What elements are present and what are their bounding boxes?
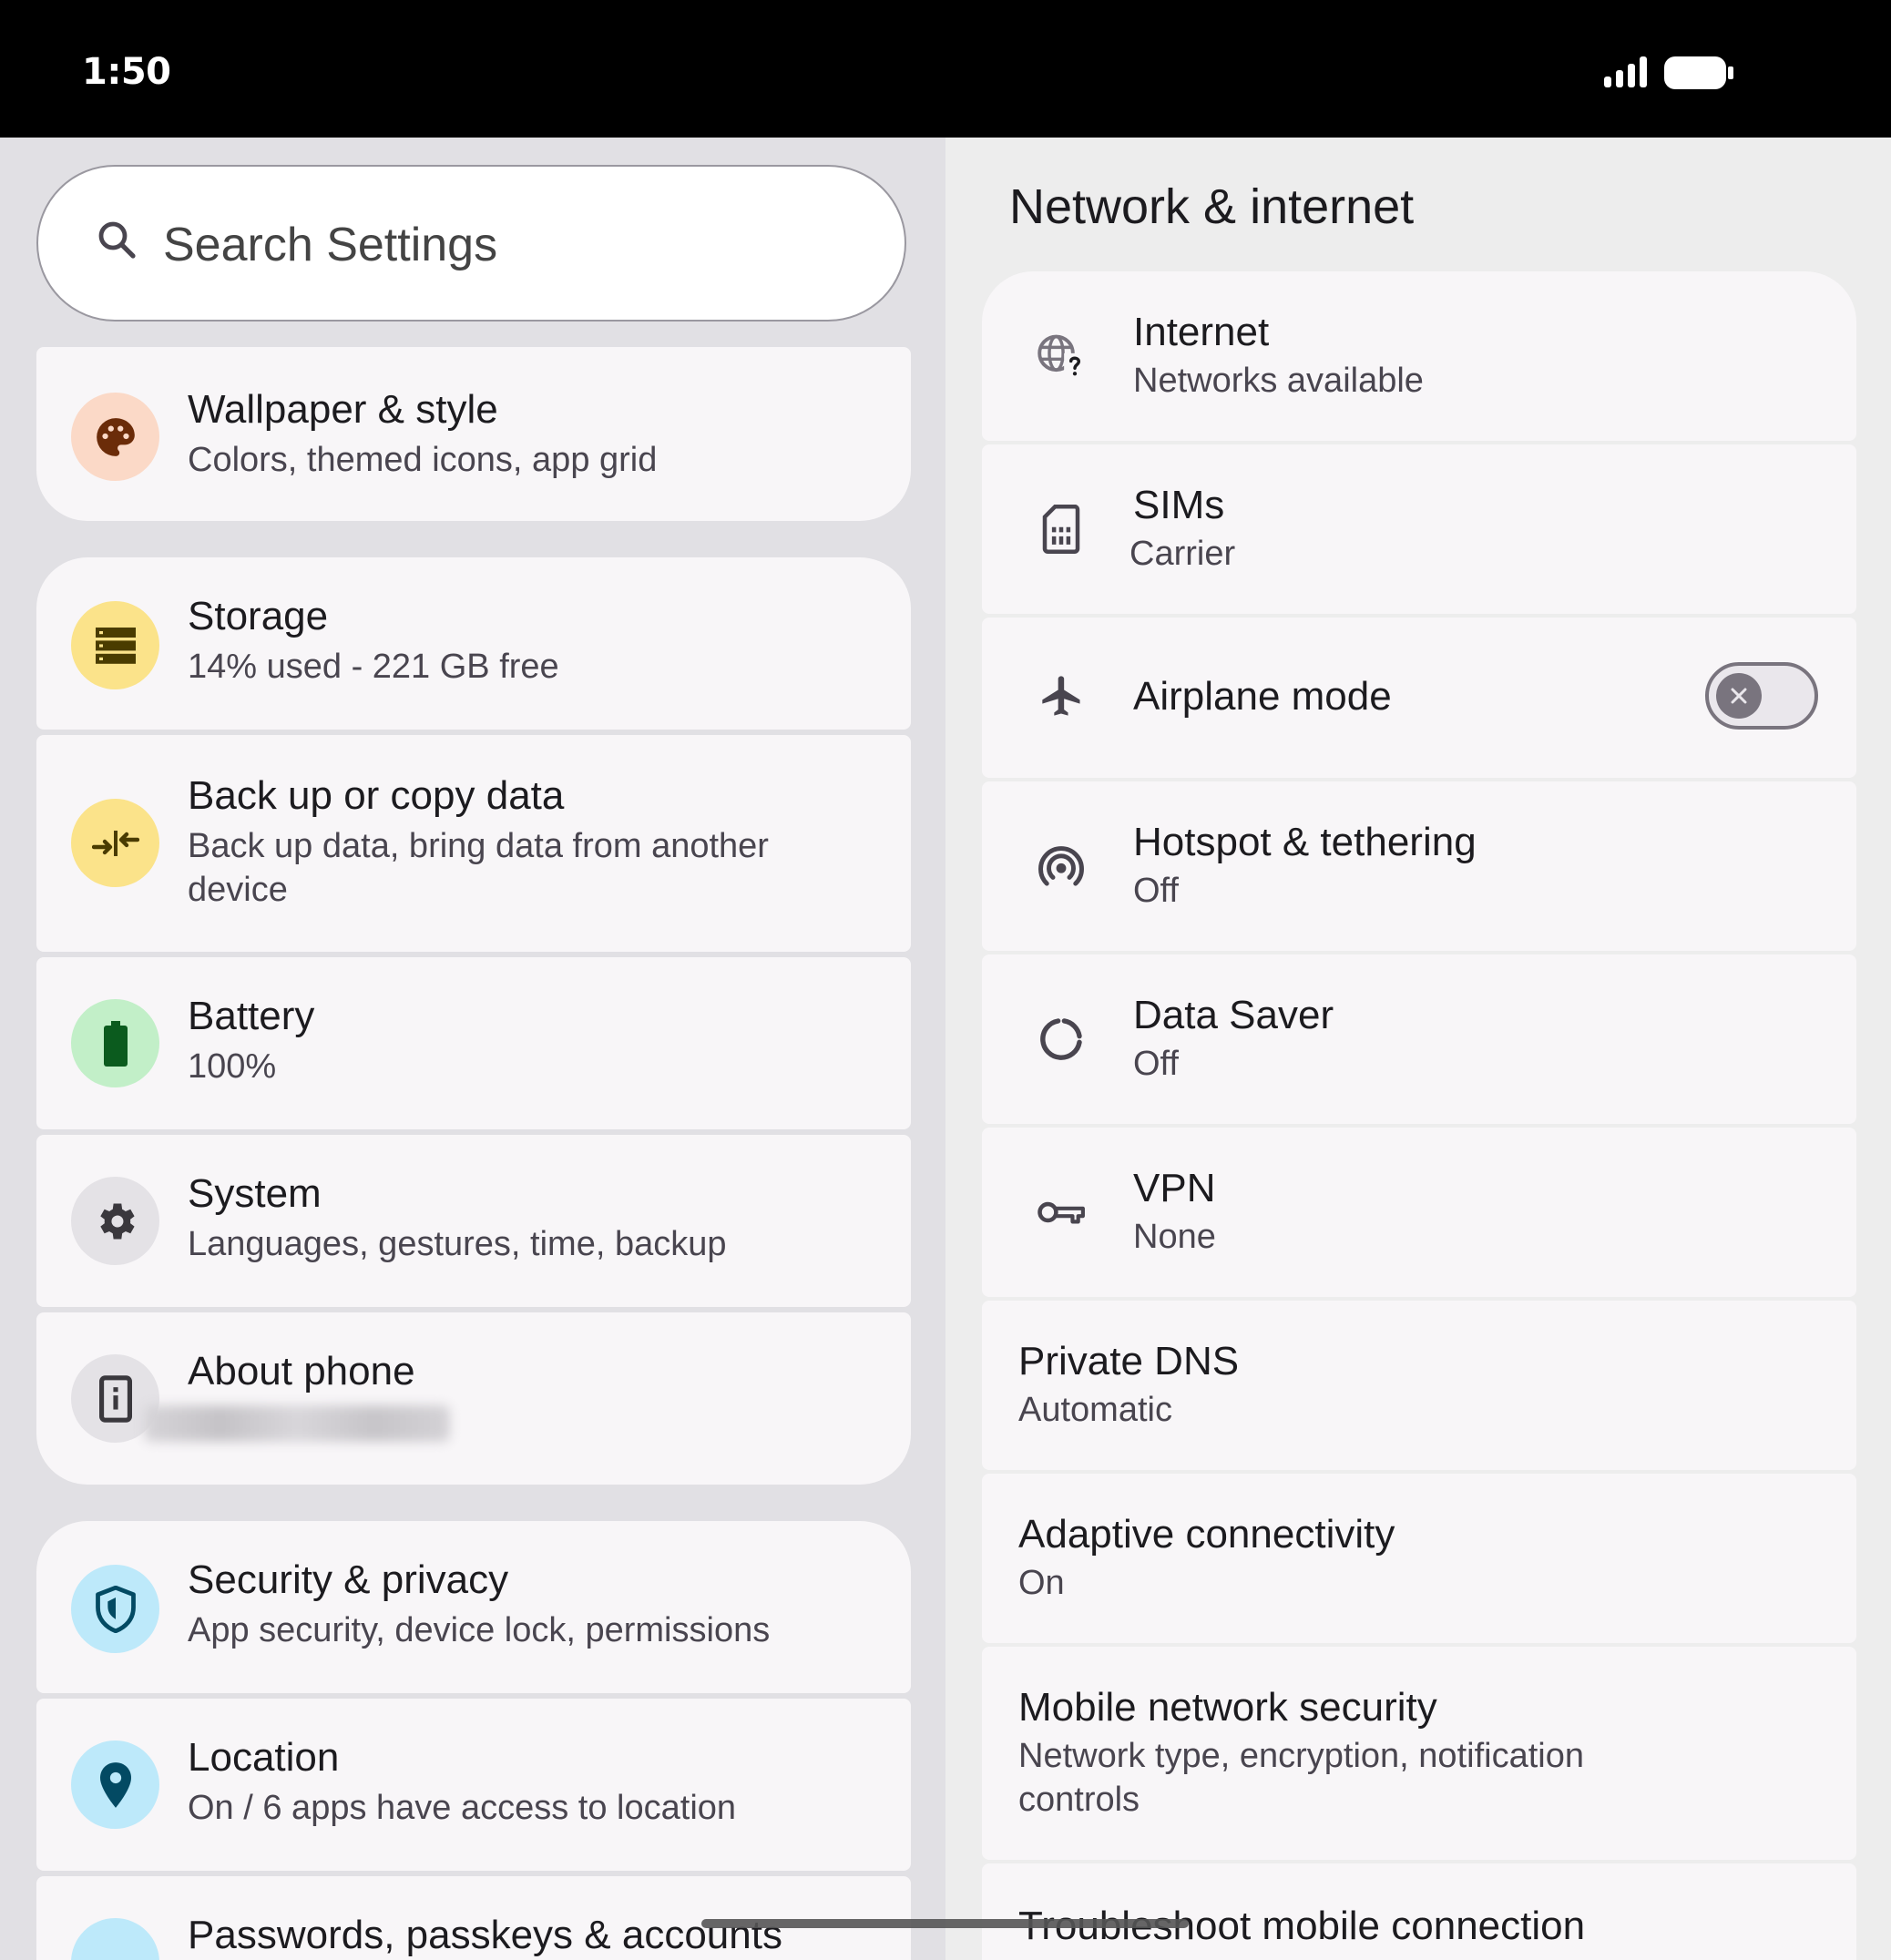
location-subtitle: On / 6 apps have access to location — [188, 1789, 737, 1827]
private-dns-title: Private DNS — [1018, 1339, 1240, 1383]
airplane-icon — [1042, 676, 1080, 716]
status-time: 1:50 — [82, 51, 171, 93]
internet-subtitle: Networks available — [1133, 362, 1424, 400]
airplane-mode-toggle[interactable] — [1705, 662, 1818, 730]
battery-icon — [1664, 56, 1733, 89]
storage-item[interactable]: Storage 14% used - 221 GB free — [36, 557, 911, 730]
transfer-arrows-icon — [71, 799, 159, 887]
data-saver-item[interactable]: Data Saver Off — [982, 954, 1856, 1124]
adaptive-subtitle: On — [1018, 1564, 1065, 1602]
sims-item[interactable]: SIMs Carrier — [982, 444, 1856, 614]
backup-subtitle: Back up data, bring data from another de… — [188, 827, 769, 909]
battery-subtitle: 100% — [188, 1047, 277, 1086]
search-placeholder: Search Settings — [163, 219, 498, 271]
data-saver-title: Data Saver — [1133, 993, 1334, 1037]
security-subtitle: App security, device lock, permissions — [188, 1611, 771, 1649]
internet-title: Internet — [1133, 310, 1270, 354]
security-title: Security & privacy — [188, 1557, 509, 1602]
mobile-security-title: Mobile network security — [1018, 1685, 1437, 1730]
security-privacy-item[interactable]: Security & privacy App security, device … — [36, 1521, 911, 1693]
shield-icon — [71, 1565, 159, 1653]
toggle-off-icon — [1716, 673, 1762, 719]
hotspot-icon — [1038, 846, 1084, 886]
battery-item[interactable]: Battery 100% — [36, 957, 911, 1129]
globe-question-icon — [1037, 334, 1088, 379]
status-bar: 1:50 — [0, 0, 1891, 138]
search-icon — [98, 221, 136, 259]
private-dns-item[interactable]: Private DNS Automatic — [982, 1301, 1856, 1470]
system-title: System — [188, 1171, 322, 1216]
vpn-title: VPN — [1133, 1166, 1216, 1210]
palette-icon — [71, 393, 159, 481]
hotspot-subtitle: Off — [1133, 872, 1179, 910]
vpn-key-icon — [1037, 1201, 1085, 1224]
system-subtitle: Languages, gestures, time, backup — [188, 1225, 727, 1263]
hotspot-title: Hotspot & tethering — [1133, 820, 1477, 864]
gear-icon — [71, 1177, 159, 1265]
mobile-network-security-item[interactable]: Mobile network security Network type, en… — [982, 1647, 1856, 1860]
passwords-accounts-item[interactable]: Passwords, passkeys & accounts — [36, 1876, 911, 1960]
storage-subtitle: 14% used - 221 GB free — [188, 648, 559, 686]
hotspot-tethering-item[interactable]: Hotspot & tethering Off — [982, 781, 1856, 951]
system-item[interactable]: System Languages, gestures, time, backup — [36, 1135, 911, 1307]
storage-icon — [71, 601, 159, 689]
sim-card-icon — [1042, 505, 1080, 554]
wallpaper-title: Wallpaper & style — [188, 387, 498, 432]
backup-item[interactable]: Back up or copy data Back up data, bring… — [36, 735, 911, 952]
location-item[interactable]: Location On / 6 apps have access to loca… — [36, 1699, 911, 1871]
troubleshoot-mobile-item[interactable]: Troubleshoot mobile connection — [982, 1863, 1856, 1960]
wallpaper-subtitle: Colors, themed icons, app grid — [188, 441, 658, 479]
page-title: Network & internet — [1009, 179, 1415, 234]
storage-title: Storage — [188, 594, 329, 638]
location-title: Location — [188, 1735, 340, 1780]
key-icon — [71, 1918, 159, 1960]
wallpaper-style-item[interactable]: Wallpaper & style Colors, themed icons, … — [36, 347, 911, 521]
about-phone-item[interactable]: About phone — [36, 1312, 911, 1485]
redacted-phone-number — [144, 1405, 450, 1442]
sims-subtitle: Carrier — [1129, 535, 1236, 573]
vpn-item[interactable]: VPN None — [982, 1128, 1856, 1297]
battery-full-icon — [71, 999, 159, 1087]
location-pin-icon — [71, 1741, 159, 1829]
adaptive-connectivity-item[interactable]: Adaptive connectivity On — [982, 1474, 1856, 1643]
data-saver-subtitle: Off — [1133, 1045, 1179, 1083]
airplane-title: Airplane mode — [1133, 674, 1392, 719]
about-phone-title: About phone — [188, 1349, 415, 1393]
data-saver-icon — [1040, 1018, 1082, 1060]
search-settings-bar[interactable]: Search Settings — [36, 165, 906, 322]
adaptive-title: Adaptive connectivity — [1018, 1512, 1395, 1557]
signal-icon — [1604, 56, 1647, 87]
gesture-nav-handle[interactable] — [701, 1919, 1189, 1928]
vpn-subtitle: None — [1133, 1218, 1216, 1256]
battery-title: Battery — [188, 994, 315, 1038]
mobile-security-subtitle: Network type, encryption, notification c… — [1018, 1737, 1584, 1819]
passwords-title: Passwords, passkeys & accounts — [188, 1913, 782, 1957]
internet-item[interactable]: Internet Networks available — [982, 271, 1856, 441]
sims-title: SIMs — [1133, 483, 1225, 527]
private-dns-subtitle: Automatic — [1018, 1391, 1172, 1429]
backup-title: Back up or copy data — [188, 773, 565, 818]
